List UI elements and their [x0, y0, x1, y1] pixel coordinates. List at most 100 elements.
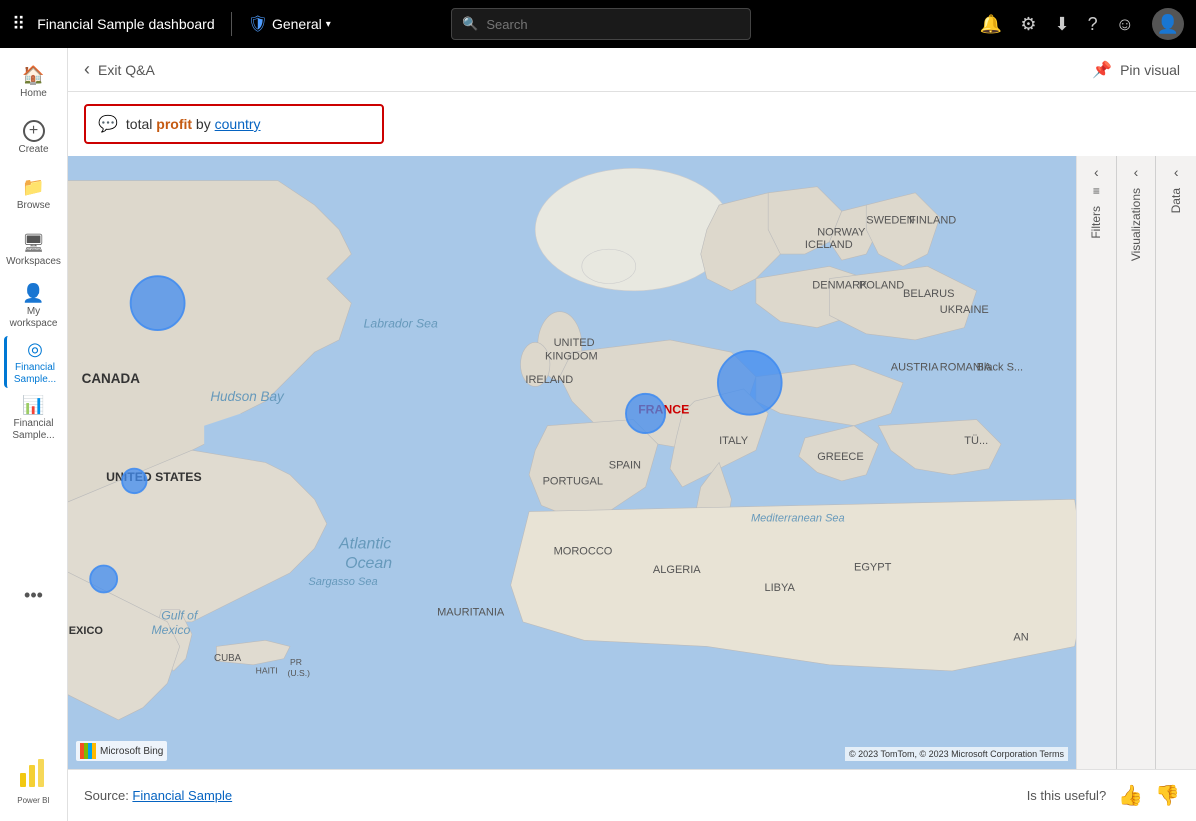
france-bubble	[626, 394, 665, 433]
search-bar[interactable]: 🔍	[451, 8, 751, 40]
sidebar-item-financial-sample-2[interactable]: 📊 Financial Sample...	[4, 392, 64, 444]
exit-qa-button[interactable]: ‹ Exit Q&A	[84, 59, 155, 80]
pin-visual-label: Pin visual	[1120, 62, 1180, 78]
sidebar-item-create[interactable]: + Create	[4, 112, 64, 164]
search-input[interactable]	[486, 17, 740, 32]
algeria-label: ALGERIA	[653, 564, 701, 576]
finland-label: FINLAND	[909, 214, 956, 226]
turkey-label: TÜ...	[964, 435, 988, 447]
map-area[interactable]: CANADA UNITED STATES MEXICO ICELAND SWED…	[68, 156, 1076, 769]
pr-label: PR	[290, 657, 302, 667]
bing-logo-icon	[80, 743, 96, 759]
map-panels: CANADA UNITED STATES MEXICO ICELAND SWED…	[68, 156, 1196, 769]
app-title: Financial Sample dashboard	[37, 16, 214, 32]
filters-icon: ≡	[1093, 184, 1100, 198]
sidebar-item-label-create: Create	[18, 144, 48, 156]
source-prefix: Source:	[84, 788, 132, 803]
egypt-label: EGYPT	[854, 561, 892, 573]
content-area: ‹ Exit Q&A 📌 Pin visual 💬 total profit b…	[68, 48, 1196, 821]
qa-query-text: total profit by country	[126, 116, 261, 132]
iceland-label: ICELAND	[805, 239, 853, 251]
ukraine-label: UKRAINE	[940, 304, 989, 316]
topbar-divider	[231, 12, 232, 36]
useful-section: Is this useful? 👍 👎	[1027, 783, 1180, 808]
black-sea-label: Black S...	[977, 362, 1024, 374]
feedback-icon[interactable]: ☺	[1116, 14, 1134, 35]
sidebar-item-browse[interactable]: 📁 Browse	[4, 168, 64, 220]
sidebar: 🏠 Home + Create 📁 Browse 🖥 Workspaces 👤 …	[0, 48, 68, 821]
topbar-icons: 🔔 ⚙ ⬇ ? ☺ 👤	[980, 8, 1184, 40]
mauritania-label: MAURITANIA	[437, 607, 505, 619]
gulf-mexico-label: Gulf of	[161, 608, 199, 622]
libya-label: LIBYA	[764, 582, 795, 594]
atlantic-label: Atlantic	[338, 535, 391, 552]
help-icon[interactable]: ?	[1088, 14, 1098, 35]
sidebar-item-label-financial-2: Financial Sample...	[8, 418, 60, 442]
norway-label: NORWAY	[817, 227, 866, 239]
grid-icon[interactable]: ⠿	[12, 14, 25, 35]
sidebar-item-financial-sample-1[interactable]: ◎ Financial Sample...	[4, 336, 64, 388]
morocco-label: MOROCCO	[554, 545, 613, 557]
gulf-mexico-label2: Mexico	[151, 623, 190, 637]
source-section: Source: Financial Sample	[84, 787, 232, 805]
powerbi-logo	[16, 755, 52, 791]
thumbs-up-button[interactable]: 👍	[1118, 783, 1143, 808]
source-link[interactable]: Financial Sample	[132, 788, 232, 803]
portugal-label: PORTUGAL	[543, 476, 603, 488]
austria-label: AUSTRIA	[891, 362, 939, 374]
my-workspace-icon: 👤	[22, 283, 44, 304]
sidebar-item-label-workspaces: Workspaces	[6, 256, 61, 268]
sidebar-powerbi: Power BI	[8, 747, 60, 813]
data-collapse-btn[interactable]: ‹	[1174, 164, 1179, 180]
pin-visual-button[interactable]: 📌 Pin visual	[1092, 60, 1180, 80]
useful-text: Is this useful?	[1027, 788, 1107, 803]
usa-bubble	[122, 469, 147, 494]
sidebar-item-workspaces[interactable]: 🖥 Workspaces	[4, 224, 64, 276]
shield-icon: 🛡	[248, 14, 268, 34]
main-layout: 🏠 Home + Create 📁 Browse 🖥 Workspaces 👤 …	[0, 48, 1196, 821]
financial-sample-icon-2: 📊	[22, 395, 44, 416]
back-arrow-icon: ‹	[84, 59, 90, 80]
sweden-label: SWEDEN	[866, 214, 914, 226]
canada-label: CANADA	[82, 371, 141, 386]
sidebar-item-home[interactable]: 🏠 Home	[4, 56, 64, 108]
spain-label: SPAIN	[609, 460, 641, 472]
visualizations-collapse-btn[interactable]: ‹	[1134, 164, 1139, 180]
filters-collapse-btn[interactable]: ‹	[1094, 164, 1099, 180]
italy-label: ITALY	[719, 435, 749, 447]
workspaces-icon: 🖥	[22, 233, 45, 254]
thumbs-down-button[interactable]: 👎	[1155, 783, 1180, 808]
sidebar-item-my-workspace[interactable]: 👤 My workspace	[4, 280, 64, 332]
qa-highlight-country: country	[215, 116, 261, 132]
sidebar-item-label-home: Home	[20, 88, 47, 100]
settings-icon[interactable]: ⚙	[1020, 14, 1036, 35]
download-icon[interactable]: ⬇	[1054, 14, 1069, 35]
qa-input-wrapper[interactable]: 💬 total profit by country	[84, 104, 384, 144]
data-panel-label: Data	[1169, 188, 1183, 213]
canada-bubble	[131, 276, 185, 330]
pr-label2: (U.S.)	[288, 668, 311, 678]
chevron-down-icon: ▾	[326, 19, 331, 30]
belarus-label: BELARUS	[903, 288, 954, 300]
workspace-badge[interactable]: 🛡 General ▾	[248, 14, 331, 34]
labrador-sea-label: Labrador Sea	[364, 317, 438, 331]
sidebar-item-label-financial-1: Financial Sample...	[11, 362, 60, 386]
med-sea-label: Mediterranean Sea	[751, 512, 845, 524]
cuba-label: CUBA	[214, 653, 242, 664]
sub-header: ‹ Exit Q&A 📌 Pin visual	[68, 48, 1196, 92]
us-label: UNITED STATES	[106, 470, 202, 484]
chat-icon: 💬	[98, 114, 118, 134]
uk-label2: KINGDOM	[545, 351, 598, 363]
avatar[interactable]: 👤	[1152, 8, 1184, 40]
browse-icon: 📁	[22, 177, 44, 198]
ireland-label: IRELAND	[525, 374, 573, 386]
mexico-bubble	[90, 565, 117, 592]
notification-icon[interactable]: 🔔	[980, 14, 1002, 35]
bing-logo: Microsoft Bing	[76, 741, 167, 761]
workspace-label: General	[272, 16, 322, 32]
an-label: AN	[1013, 631, 1028, 643]
more-icon: •••	[24, 585, 43, 606]
create-icon: +	[23, 120, 45, 142]
germany-bubble	[718, 351, 782, 415]
sidebar-item-more[interactable]: •••	[4, 570, 64, 622]
